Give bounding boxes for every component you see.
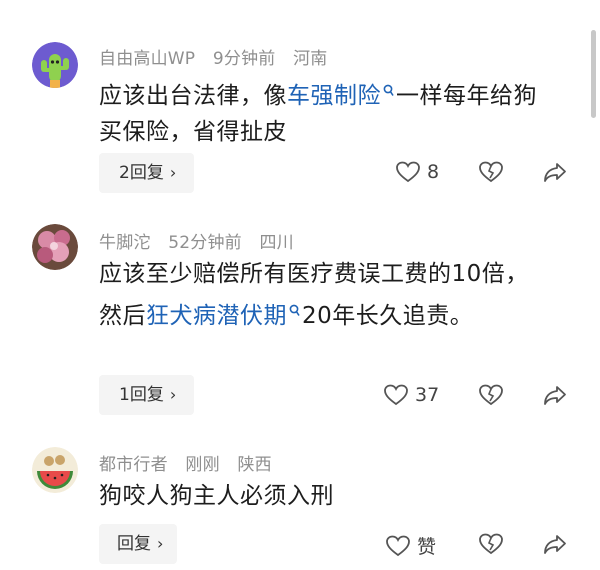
reply-button[interactable]: 2回复 › — [99, 153, 195, 193]
dislike-heart-icon — [479, 161, 503, 183]
avatar[interactable] — [32, 224, 78, 270]
reply-button[interactable]: 回复 › — [99, 524, 178, 564]
flower-avatar-icon — [32, 224, 78, 270]
timestamp: 刚刚 — [185, 455, 220, 475]
reply-button[interactable]: 1回复 › — [99, 375, 195, 415]
comment-meta: 都市行者 刚刚 陕西 — [99, 450, 284, 475]
search-icon — [289, 292, 300, 328]
like-count: 赞 — [417, 536, 437, 558]
cactus-avatar-icon — [32, 42, 78, 88]
heart-icon — [386, 535, 410, 556]
avatar[interactable] — [32, 447, 78, 493]
share-button[interactable] — [542, 383, 568, 407]
like-count: 8 — [427, 161, 440, 183]
share-button[interactable] — [542, 160, 568, 184]
avatar[interactable] — [32, 42, 78, 88]
comment-text-before: 狗咬人狗主人必须入刑 — [99, 483, 334, 509]
timestamp: 9分钟前 — [212, 49, 276, 69]
heart-icon — [384, 384, 408, 406]
scrollbar[interactable] — [591, 30, 596, 118]
reply-label: 回复 — [117, 534, 151, 554]
keyword-link[interactable]: 狂犬病潜伏期 — [146, 303, 287, 329]
chevron-right-icon: › — [157, 534, 164, 553]
username[interactable]: 牛脚沱 — [99, 233, 151, 253]
heart-icon — [396, 161, 420, 183]
location: 陕西 — [237, 455, 272, 475]
chevron-right-icon: › — [169, 163, 177, 182]
like-button[interactable]: 赞 — [385, 532, 436, 559]
share-button[interactable] — [542, 532, 568, 556]
location: 四川 — [259, 233, 294, 253]
timestamp: 52分钟前 — [168, 233, 242, 253]
share-icon — [544, 163, 566, 182]
comment-text: 应该至少赔偿所有医疗费误工费的10倍，然后狂犬病潜伏期 20年长久追责。 — [99, 256, 539, 334]
like-button[interactable]: 8 — [395, 160, 439, 184]
reply-label: 1回复 — [119, 385, 164, 405]
comment-text: 应该出台法律，像车强制险 一样每年给狗买保险，省得扯皮 — [99, 72, 559, 150]
location: 河南 — [293, 49, 328, 69]
dislike-button[interactable] — [478, 383, 504, 407]
comment-meta: 自由高山WP 9分钟前 河南 — [99, 44, 340, 69]
keyword-link[interactable]: 车强制险 — [287, 83, 381, 109]
like-count: 37 — [415, 384, 440, 406]
comment-text-before: 应该出台法律，像 — [99, 83, 287, 109]
dislike-heart-icon — [479, 384, 503, 406]
username[interactable]: 自由高山WP — [99, 49, 195, 69]
watermelon-avatar-icon — [32, 447, 78, 493]
dislike-button[interactable] — [478, 160, 504, 184]
username[interactable]: 都市行者 — [99, 455, 168, 475]
chevron-right-icon: › — [169, 385, 177, 404]
share-icon — [544, 535, 566, 554]
reply-label: 2回复 — [119, 163, 164, 183]
comment-text: 狗咬人狗主人必须入刑 — [99, 478, 559, 514]
dislike-heart-icon — [479, 533, 503, 555]
dislike-button[interactable] — [478, 532, 504, 556]
like-button[interactable]: 37 — [383, 383, 439, 407]
search-icon — [383, 72, 394, 108]
share-icon — [544, 386, 566, 405]
comment-meta: 牛脚沱 52分钟前 四川 — [99, 228, 306, 253]
comment-text-after: 20年长久追责。 — [302, 303, 474, 329]
